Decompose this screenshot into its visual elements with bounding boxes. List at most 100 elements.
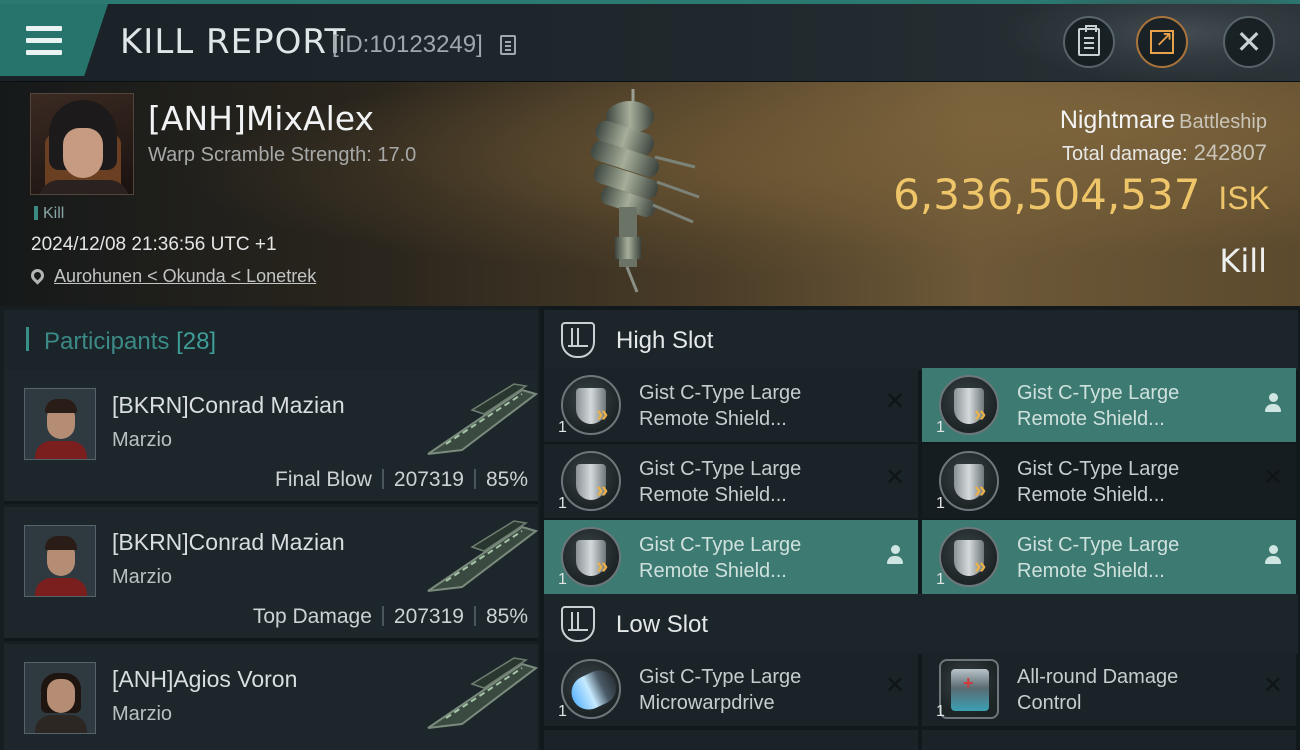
module-quantity: 1 <box>558 495 567 512</box>
participant-role: Top Damage <box>252 605 372 628</box>
victim-panel: [ANH]MixAlex Warp Scramble Strength: 17.… <box>0 82 1300 306</box>
isk-amount: 6,336,504,537 <box>893 170 1201 219</box>
module-quantity: 1 <box>936 703 945 720</box>
clipboard-icon <box>1078 25 1100 56</box>
kill-id: [ID:10123249] <box>332 31 483 58</box>
damage-control-icon <box>939 659 999 719</box>
location-pin-icon <box>28 266 47 285</box>
remote-shield-booster-icon: » <box>939 375 999 435</box>
remote-shield-booster-icon: » <box>939 451 999 511</box>
participant-corp: Marzio <box>112 703 173 725</box>
module-item[interactable]: » 1 Gist C-Type Large Remote Shield... <box>922 368 1296 442</box>
module-item[interactable]: » 1 Gist C-Type Large Remote Shield... ✕ <box>544 368 918 442</box>
module-item[interactable]: » 1 Gist C-Type Large Remote Shield... <box>922 520 1296 594</box>
destroyed-x-icon: ✕ <box>1262 464 1283 491</box>
avatar <box>24 662 96 734</box>
module-quantity: 1 <box>936 419 945 436</box>
participant-corp: Marzio <box>112 429 173 451</box>
module-quantity: 1 <box>558 419 567 436</box>
participant-name: [ANH]Agios Voron <box>112 666 298 692</box>
participant-damage: 207319 <box>393 605 464 628</box>
ship-class: Battleship <box>1179 111 1267 133</box>
participant-row[interactable]: [BKRN]Conrad Mazian Marzio Final Blow 207… <box>4 370 539 504</box>
page-title: KILL REPORT <box>120 22 347 62</box>
participant-ship-image <box>427 657 539 729</box>
fitting-panel: High Slot » 1 Gist C-Type Large Remote Sh… <box>540 306 1300 750</box>
remote-shield-booster-icon: » <box>561 451 621 511</box>
module-name: All-round Damage Control <box>1017 666 1179 714</box>
participant-percent: 85% <box>485 605 528 628</box>
remote-shield-booster-icon: » <box>561 527 621 587</box>
module-name: Gist C-Type Large Remote Shield... <box>1017 382 1180 430</box>
participant-name: [BKRN]Conrad Mazian <box>112 529 345 555</box>
participant-name: [BKRN]Conrad Mazian <box>112 392 345 418</box>
isk-value: 6,336,504,537 ISK <box>893 170 1270 219</box>
remote-shield-booster-icon: » <box>561 375 621 435</box>
participant-ship-image <box>427 383 539 455</box>
total-damage: Total damage: 242807 <box>1062 140 1267 166</box>
participant-role: Final Blow <box>275 468 372 491</box>
isk-unit: ISK <box>1218 180 1270 216</box>
participant-corp: Marzio <box>112 566 173 588</box>
warp-scramble-strength: Warp Scramble Strength: 17.0 <box>148 144 417 166</box>
menu-button[interactable] <box>0 4 108 76</box>
participant-row[interactable]: [ANH]Agios Voron Marzio <box>4 644 539 750</box>
share-icon <box>1150 26 1174 54</box>
module-item[interactable]: 1 All-round DamageControl ✕ <box>922 652 1296 726</box>
dropped-person-icon <box>886 545 904 567</box>
high-slot-header: High Slot <box>544 310 1298 370</box>
participants-title: Participants [28] <box>44 328 216 356</box>
high-slot-title: High Slot <box>616 327 714 354</box>
victim-ship-image <box>590 89 700 293</box>
participant-ship-image <box>427 520 539 592</box>
module-item[interactable]: 1 Gist C-Type Large Microwarpdrive ✕ <box>544 652 918 726</box>
module-name: Gist C-Type Large Remote Shield... <box>1017 534 1180 582</box>
module-item-partial[interactable] <box>544 730 918 750</box>
participant-row[interactable]: [BKRN]Conrad Mazian Marzio Top Damage 207… <box>4 507 539 641</box>
kill-datetime: 2024/12/08 21:36:56 UTC +1 <box>31 234 277 255</box>
close-icon: ✕ <box>1235 24 1263 60</box>
low-slot-icon <box>561 606 595 642</box>
avatar <box>24 525 96 597</box>
module-name: Gist C-Type Large Remote Shield... <box>1017 458 1180 506</box>
victim-name: [ANH]MixAlex <box>148 99 374 138</box>
kill-tag: Kill <box>34 205 64 223</box>
high-slot-icon <box>561 322 595 358</box>
ship-type: Nightmare Battleship <box>1060 106 1267 135</box>
destroyed-x-icon: ✕ <box>884 464 905 491</box>
low-slot-title: Low Slot <box>616 611 709 638</box>
total-damage-value: 242807 <box>1193 140 1267 165</box>
module-name: Gist C-Type Large Remote Shield... <box>639 458 802 506</box>
module-item-partial[interactable] <box>922 730 1296 750</box>
module-name: Gist C-Type Large Remote Shield... <box>639 534 802 582</box>
module-quantity: 1 <box>558 703 567 720</box>
module-item[interactable]: » 1 Gist C-Type Large Remote Shield... ✕ <box>922 444 1296 518</box>
module-name: Gist C-Type Large Remote Shield... <box>639 382 802 430</box>
module-item[interactable]: » 1 Gist C-Type Large Remote Shield... <box>544 520 918 594</box>
close-button[interactable]: ✕ <box>1223 16 1275 68</box>
module-quantity: 1 <box>936 495 945 512</box>
module-item[interactable]: » 1 Gist C-Type Large Remote Shield... ✕ <box>544 444 918 518</box>
participant-percent: 85% <box>485 468 528 491</box>
participants-header: Participants [28] <box>4 310 538 370</box>
participants-header-bar <box>26 327 29 351</box>
copy-icon[interactable] <box>500 35 516 55</box>
low-slot-header: Low Slot <box>544 594 1298 654</box>
module-quantity: 1 <box>558 571 567 588</box>
participants-count: [28] <box>176 328 217 355</box>
clipboard-button[interactable] <box>1063 16 1115 68</box>
location-link[interactable]: Aurohunen < Okunda < Lonetrek <box>54 266 316 286</box>
title-bar: KILL REPORT [ID:10123249] ✕ <box>0 0 1300 82</box>
destroyed-x-icon: ✕ <box>1262 672 1283 699</box>
victim-avatar[interactable] <box>30 93 134 195</box>
participants-panel: Participants [28] [BKRN]Conrad Mazian Ma… <box>0 306 540 750</box>
module-name: Gist C-Type Large Microwarpdrive <box>639 666 802 714</box>
share-button[interactable] <box>1136 16 1188 68</box>
kill-location[interactable]: Aurohunen < Okunda < Lonetrek <box>28 266 316 287</box>
participant-damage: 207319 <box>393 468 464 491</box>
remote-shield-booster-icon: » <box>939 527 999 587</box>
menu-icon <box>26 26 62 56</box>
participants-title-text: Participants <box>44 328 170 355</box>
dropped-person-icon <box>1264 393 1282 415</box>
result-label: Kill <box>1219 242 1267 280</box>
